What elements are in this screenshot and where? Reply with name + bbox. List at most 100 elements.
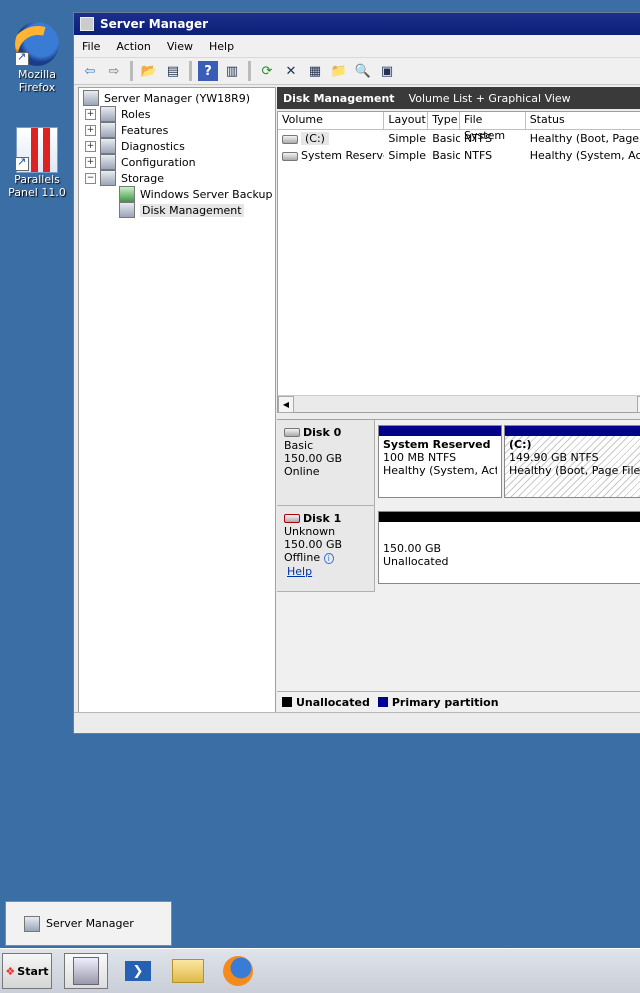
tree-item-windows-server-backup[interactable]: Windows Server Backup bbox=[119, 186, 273, 202]
properties-icon[interactable]: ▦ bbox=[305, 61, 325, 81]
menu-action[interactable]: Action bbox=[108, 40, 158, 53]
volume-fs: NTFS bbox=[464, 132, 493, 145]
show-hide-action-pane-icon[interactable]: ▥ bbox=[222, 61, 242, 81]
taskbar: ❖ Start ❯ bbox=[0, 948, 640, 993]
desktop-icon-label: Parallels Panel 11.0 bbox=[8, 173, 66, 199]
shortcut-arrow-icon bbox=[15, 50, 29, 66]
legend-unallocated: Unallocated bbox=[296, 695, 370, 709]
partition-size: 149.90 GB NTFS bbox=[509, 451, 599, 464]
table-row[interactable]: (C:) Simple Basic NTFS Healthy (Boot, Pa… bbox=[278, 130, 640, 147]
volume-name: (C:) bbox=[301, 132, 329, 145]
tree-item-label: Configuration bbox=[121, 155, 196, 169]
toolbar-separator bbox=[189, 61, 192, 81]
table-row[interactable]: System Reserved Simple Basic NTFS Health… bbox=[278, 147, 640, 164]
partition-name: (C:) bbox=[509, 438, 532, 451]
menu-view[interactable]: View bbox=[159, 40, 201, 53]
disk-state: Offline bbox=[284, 551, 321, 564]
back-icon[interactable]: ⇦ bbox=[80, 61, 100, 81]
unallocated-bar bbox=[379, 512, 640, 522]
primary-partition-swatch bbox=[377, 697, 388, 707]
partition-system-reserved[interactable]: System Reserved 100 MB NTFS Healthy (Sys… bbox=[378, 425, 502, 498]
taskbar-preview-label: Server Manager bbox=[46, 917, 134, 930]
menu-bar: File Action View Help bbox=[74, 35, 640, 58]
tree-root[interactable]: Server Manager (YW18R9) bbox=[83, 90, 250, 106]
tree-item-label: Windows Server Backup bbox=[140, 187, 273, 201]
start-button[interactable]: ❖ Start bbox=[2, 953, 52, 989]
tree-item-label: Storage bbox=[121, 171, 165, 185]
disk-name: Disk 1 bbox=[303, 512, 342, 525]
help-link[interactable]: Help bbox=[287, 565, 312, 578]
taskbar-firefox[interactable] bbox=[216, 953, 260, 989]
server-manager-icon bbox=[80, 17, 94, 31]
desktop-icon-parallels-panel[interactable]: Parallels Panel 11.0 bbox=[0, 127, 74, 199]
column-header-status[interactable]: Status bbox=[526, 112, 640, 129]
column-header-type[interactable]: Type bbox=[428, 112, 461, 129]
disk-state: Online bbox=[284, 465, 320, 478]
scroll-left-icon[interactable]: ◀ bbox=[278, 396, 294, 413]
toolbar-separator bbox=[248, 61, 251, 81]
tree-item-configuration[interactable]: + Configuration bbox=[85, 154, 196, 170]
tree-item-storage[interactable]: − Storage bbox=[85, 170, 164, 186]
taskbar-preview[interactable]: Server Manager bbox=[5, 901, 172, 946]
partition-status: Healthy (System, Activ bbox=[383, 464, 497, 477]
volume-icon bbox=[282, 134, 298, 144]
roles-icon bbox=[100, 106, 116, 122]
volume-name: System Reserved bbox=[301, 149, 384, 162]
tree-item-label: Diagnostics bbox=[121, 139, 185, 153]
disk-1-label[interactable]: Disk 1 Unknown 150.00 GB Offline i Help bbox=[277, 506, 375, 592]
tree-item-features[interactable]: + Features bbox=[85, 122, 168, 138]
forward-icon[interactable]: ⇨ bbox=[104, 61, 124, 81]
expand-icon[interactable]: + bbox=[85, 108, 96, 120]
search-icon[interactable]: 🔍 bbox=[353, 61, 373, 81]
offline-disk-icon bbox=[284, 514, 300, 523]
pane-title: Disk Management bbox=[283, 91, 395, 105]
toolbar: ⇦ ⇨ 📂 ▤ ? ▥ ⟳ ✕ ▦ 📁 🔍 ▣ bbox=[74, 58, 640, 85]
partition-c[interactable]: (C:) 149.90 GB NTFS Healthy (Boot, Page … bbox=[504, 425, 640, 498]
firefox-icon bbox=[223, 956, 253, 986]
legend-primary-partition: Primary partition bbox=[391, 695, 499, 709]
powershell-icon: ❯ bbox=[125, 961, 151, 981]
windows-logo-icon: ❖ bbox=[5, 964, 16, 978]
shortcut-arrow-icon bbox=[15, 155, 29, 171]
disk-name: Disk 0 bbox=[303, 426, 342, 439]
column-header-layout[interactable]: Layout bbox=[384, 112, 429, 129]
show-hide-tree-icon[interactable]: ▤ bbox=[163, 61, 183, 81]
delete-icon[interactable]: ✕ bbox=[281, 61, 301, 81]
partition-unallocated[interactable]: 150.00 GB Unallocated bbox=[378, 511, 640, 584]
horizontal-scrollbar[interactable]: ◀ ▶ bbox=[278, 395, 640, 413]
expand-icon[interactable]: + bbox=[85, 124, 96, 136]
refresh-icon[interactable]: ⟳ bbox=[257, 61, 277, 81]
window-titlebar[interactable]: Server Manager bbox=[74, 13, 640, 35]
taskbar-server-manager[interactable] bbox=[64, 953, 108, 989]
graphical-view: Disk 0 Basic 150.00 GB Online System Res… bbox=[277, 419, 640, 692]
disk-0-label[interactable]: Disk 0 Basic 150.00 GB Online bbox=[277, 420, 375, 506]
tree-item-diagnostics[interactable]: + Diagnostics bbox=[85, 138, 185, 154]
expand-icon[interactable]: + bbox=[85, 156, 96, 168]
disk-management-icon bbox=[119, 202, 135, 218]
features-icon bbox=[100, 122, 116, 138]
taskbar-powershell[interactable]: ❯ bbox=[116, 953, 160, 989]
up-folder-icon[interactable]: 📂 bbox=[139, 61, 159, 81]
tree-item-roles[interactable]: + Roles bbox=[85, 106, 150, 122]
open-icon[interactable]: 📁 bbox=[329, 61, 349, 81]
server-manager-icon bbox=[73, 957, 99, 985]
expand-icon[interactable]: + bbox=[85, 140, 96, 152]
start-label: Start bbox=[17, 964, 49, 978]
menu-help[interactable]: Help bbox=[201, 40, 242, 53]
help-icon[interactable]: ? bbox=[198, 61, 218, 81]
disk-kind: Basic bbox=[284, 439, 314, 452]
disk-kind: Unknown bbox=[284, 525, 336, 538]
taskbar-explorer[interactable] bbox=[166, 953, 210, 989]
settings-icon[interactable]: ▣ bbox=[377, 61, 397, 81]
server-manager-icon bbox=[24, 915, 40, 932]
volume-icon bbox=[282, 151, 298, 161]
volume-list-header: Volume Layout Type File System Status bbox=[278, 112, 640, 142]
volume-layout: Simple bbox=[388, 149, 426, 162]
disk-0-row: Disk 0 Basic 150.00 GB Online System Res… bbox=[277, 420, 640, 506]
column-header-volume[interactable]: Volume bbox=[278, 112, 385, 129]
desktop-icon-firefox[interactable]: Mozilla Firefox bbox=[0, 22, 74, 94]
column-header-file-system[interactable]: File System bbox=[460, 112, 526, 142]
menu-file[interactable]: File bbox=[74, 40, 108, 53]
tree-item-disk-management[interactable]: Disk Management bbox=[119, 202, 244, 218]
collapse-icon[interactable]: − bbox=[85, 172, 96, 184]
